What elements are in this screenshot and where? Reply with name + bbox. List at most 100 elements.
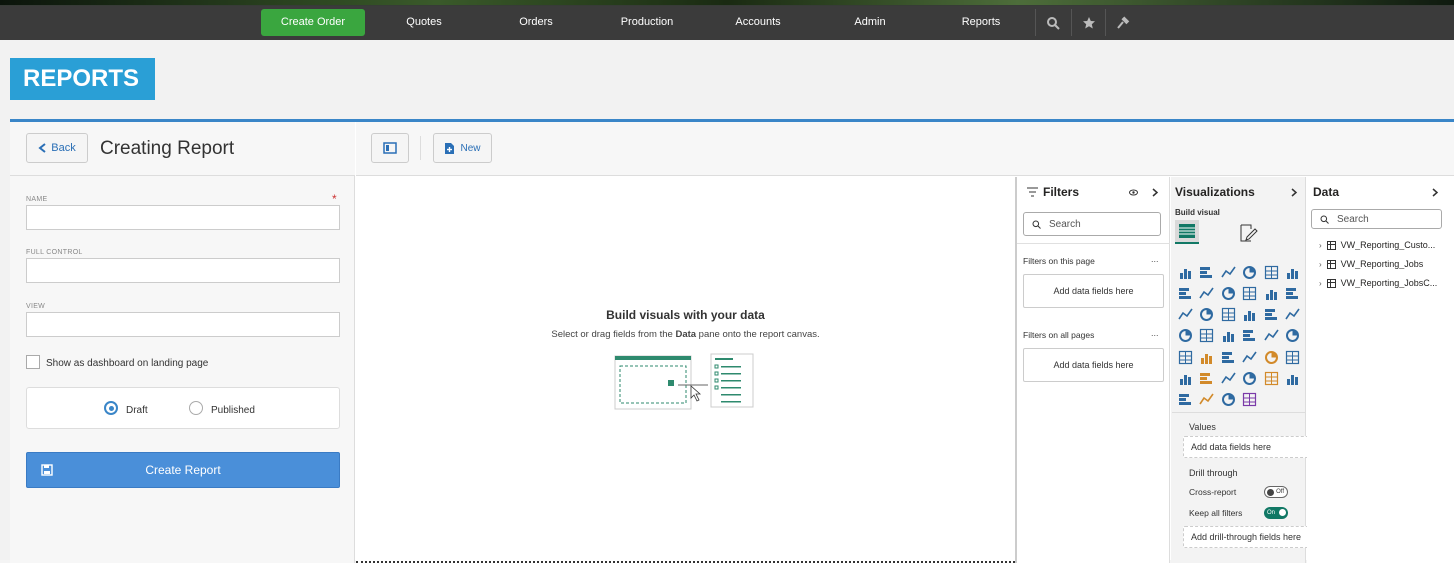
visual-type-icon[interactable] <box>1284 284 1302 302</box>
back-button[interactable]: Back <box>26 133 88 163</box>
visual-type-icon[interactable] <box>1198 306 1216 324</box>
full-control-field[interactable] <box>26 258 340 283</box>
create-report-button[interactable]: Create Report <box>26 452 340 488</box>
visual-type-icon[interactable] <box>1241 306 1259 324</box>
name-field[interactable] <box>26 205 340 230</box>
collapse-visualizations-icon[interactable] <box>1291 188 1298 197</box>
visual-type-icon[interactable] <box>1219 370 1237 388</box>
visual-type-icon[interactable] <box>1284 327 1302 345</box>
filters-all-section-label: Filters on all pages <box>1023 330 1095 340</box>
data-table-item[interactable]: › VW_Reporting_JobsC... <box>1319 278 1445 288</box>
visual-type-icon[interactable] <box>1219 306 1237 324</box>
view-field[interactable] <box>26 312 340 337</box>
canvas-title: Build visuals with your data <box>606 308 765 322</box>
eye-icon[interactable] <box>1129 189 1138 196</box>
header-decoration <box>0 0 1454 5</box>
more-options-icon[interactable]: ... <box>1151 328 1159 338</box>
visual-type-icon[interactable] <box>1262 263 1280 281</box>
visual-type-icon[interactable] <box>1198 263 1216 281</box>
new-button[interactable]: New <box>433 133 492 163</box>
visual-type-icon[interactable] <box>1176 284 1194 302</box>
build-visual-label: Build visual <box>1175 208 1220 217</box>
draft-radio-label: Draft <box>126 405 148 416</box>
format-visual-icon[interactable] <box>1238 223 1258 243</box>
visual-type-icon[interactable] <box>1198 327 1216 345</box>
visual-type-icon[interactable] <box>1262 284 1280 302</box>
visual-type-icon[interactable] <box>1219 348 1237 366</box>
nav-admin[interactable]: Admin <box>826 9 914 36</box>
collapse-filters-icon[interactable] <box>1152 188 1159 197</box>
top-navigation-bar: Create Order Quotes Orders Production Ac… <box>0 0 1454 40</box>
star-icon[interactable] <box>1071 9 1105 36</box>
new-file-icon <box>445 142 455 154</box>
visual-type-icon[interactable] <box>1198 348 1216 366</box>
visual-type-icon[interactable] <box>1176 327 1194 345</box>
nav-production[interactable]: Production <box>603 9 691 36</box>
visual-type-icon[interactable] <box>1198 370 1216 388</box>
keep-all-filters-toggle[interactable]: On <box>1264 507 1288 519</box>
chevron-left-icon <box>38 143 46 153</box>
create-report-label: Create Report <box>145 463 221 477</box>
data-table-item[interactable]: › VW_Reporting_Custo... <box>1319 240 1445 250</box>
report-canvas[interactable]: Build visuals with your data Select or d… <box>356 177 1015 563</box>
visual-type-icon[interactable] <box>1262 327 1280 345</box>
draft-radio[interactable] <box>104 401 118 415</box>
nav-accounts[interactable]: Accounts <box>714 9 802 36</box>
dashboard-checkbox[interactable] <box>26 355 40 369</box>
build-visual-tab[interactable] <box>1175 220 1199 244</box>
all-pages-filters-drop-zone[interactable]: Add data fields here <box>1023 348 1164 382</box>
visual-type-icon[interactable] <box>1241 327 1259 345</box>
filters-search-input[interactable]: Search <box>1023 212 1161 236</box>
back-button-label: Back <box>51 142 76 154</box>
values-drop-zone[interactable]: Add data fields here <box>1183 436 1312 458</box>
table-icon <box>1326 278 1336 288</box>
visual-type-icon[interactable] <box>1284 306 1302 324</box>
search-icon[interactable] <box>1035 9 1069 36</box>
visual-type-icon[interactable] <box>1176 348 1194 366</box>
collapse-data-icon[interactable] <box>1432 188 1439 197</box>
visual-type-icon[interactable] <box>1219 284 1237 302</box>
visual-type-icon[interactable] <box>1219 391 1237 409</box>
visual-type-icon[interactable] <box>1219 327 1237 345</box>
visual-type-icon[interactable] <box>1176 263 1194 281</box>
visual-type-icon[interactable] <box>1284 370 1302 388</box>
status-radio-group: Draft Published <box>26 387 340 429</box>
hammer-icon[interactable] <box>1105 9 1139 36</box>
visual-type-icon[interactable] <box>1198 284 1216 302</box>
filters-page-section-label: Filters on this page <box>1023 256 1095 266</box>
cross-report-toggle[interactable]: Off <box>1264 486 1288 498</box>
save-icon <box>41 464 53 476</box>
data-search-input[interactable]: Search <box>1311 209 1442 229</box>
visual-type-icon[interactable] <box>1262 348 1280 366</box>
visual-type-icon[interactable] <box>1176 370 1194 388</box>
visual-type-icon[interactable] <box>1262 370 1280 388</box>
visual-type-icon[interactable] <box>1284 263 1302 281</box>
new-button-label: New <box>460 142 481 154</box>
page-filters-drop-zone[interactable]: Add data fields here <box>1023 274 1164 308</box>
visual-type-icon[interactable] <box>1219 263 1237 281</box>
nav-reports[interactable]: Reports <box>937 9 1025 36</box>
more-options-icon[interactable]: ... <box>1151 254 1159 264</box>
published-radio[interactable] <box>189 401 203 415</box>
visual-type-icon[interactable] <box>1176 306 1194 324</box>
visual-type-icon[interactable] <box>1241 263 1259 281</box>
visual-type-icon[interactable] <box>1241 284 1259 302</box>
toggle-pane-button[interactable] <box>371 133 409 163</box>
visual-type-icon[interactable] <box>1176 391 1194 409</box>
nav-quotes[interactable]: Quotes <box>380 9 468 36</box>
data-table-item[interactable]: › VW_Reporting_Jobs <box>1319 259 1445 269</box>
drill-through-drop-zone[interactable]: Add drill-through fields here <box>1183 526 1312 548</box>
visual-type-icon[interactable] <box>1241 391 1259 409</box>
search-icon <box>1320 215 1329 224</box>
visual-type-icon[interactable] <box>1284 348 1302 366</box>
visual-type-icon[interactable] <box>1241 370 1259 388</box>
nav-orders[interactable]: Orders <box>492 9 580 36</box>
visual-type-icon[interactable] <box>1262 306 1280 324</box>
page-banner: REPORTS <box>10 58 155 100</box>
values-divider <box>1172 412 1305 413</box>
data-table-name: VW_Reporting_Custo... <box>1340 240 1436 250</box>
visual-type-icon[interactable] <box>1198 391 1216 409</box>
panel-header: Back Creating Report <box>10 122 355 176</box>
nav-create-order[interactable]: Create Order <box>261 9 365 36</box>
visual-type-icon[interactable] <box>1241 348 1259 366</box>
